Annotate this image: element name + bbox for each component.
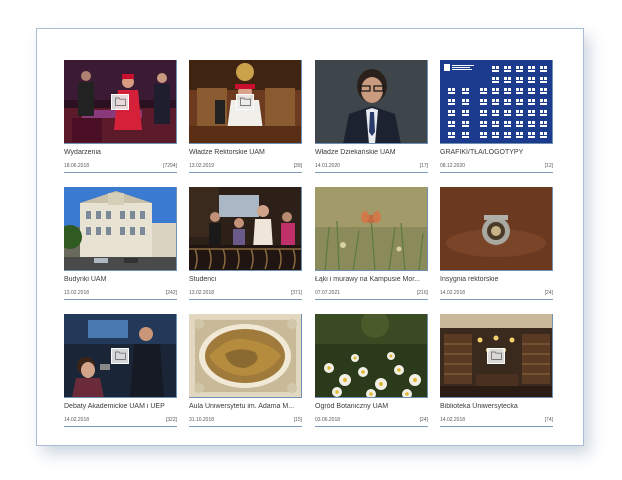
album-tile-12[interactable]: Biblioteka Uniwersytecka 14.02.2018 [74] (440, 314, 553, 428)
album-title[interactable]: Biblioteka Uniwersytecka (440, 403, 553, 410)
album-photo-count: [371] (290, 290, 302, 296)
album-thumbnail[interactable] (315, 187, 428, 271)
album-meta: 18.06.2018 [7294] (64, 162, 177, 172)
album-meta: 14.01.2020 [17] (315, 162, 428, 172)
album-meta: 13.02.2018 [242] (64, 289, 177, 299)
album-tile-5[interactable]: Budynki UAM 13.02.2018 [242] (64, 187, 177, 301)
album-meta: 13.02.2018 [371] (189, 289, 302, 299)
album-meta: 13.02.2019 [39] (189, 162, 302, 172)
album-tile-10[interactable]: Aula Uniwersytetu im. Adama M... 31.10.2… (189, 314, 302, 428)
album-title[interactable]: Władze Dziekańskie UAM (315, 149, 428, 156)
album-photo-count: [74] (544, 417, 553, 423)
album-thumbnail[interactable] (189, 187, 302, 271)
album-tile-11[interactable]: Ogród Botaniczny UAM 03.06.2018 [24] (315, 314, 428, 428)
album-photo-count: [24] (544, 290, 553, 296)
folder-icon (111, 347, 129, 364)
album-tile-6[interactable]: Studenci 13.02.2018 [371] (189, 187, 302, 301)
album-photo-count: [322] (165, 417, 177, 423)
album-thumbnail[interactable] (189, 60, 302, 144)
album-thumbnail[interactable] (440, 314, 553, 398)
album-date: 14.02.2018 (440, 290, 466, 296)
album-meta: 14.02.2018 [24] (440, 289, 553, 299)
album-thumbnail[interactable] (315, 60, 428, 144)
album-date: 13.02.2018 (189, 290, 215, 296)
album-date: 14.02.2018 (64, 417, 90, 423)
album-meta: 31.10.2018 [15] (189, 416, 302, 426)
album-date: 07.07.2021 (315, 290, 341, 296)
album-photo-count: [7294] (163, 163, 177, 169)
album-underline (315, 299, 428, 300)
album-tile-7[interactable]: Łąki i murawy na Kampusie Mor... 07.07.2… (315, 187, 428, 301)
album-underline (440, 172, 553, 173)
album-date: 08.12.2020 (440, 163, 466, 169)
album-underline (64, 172, 177, 173)
album-underline (189, 426, 302, 427)
album-underline (315, 172, 428, 173)
album-date: 13.02.2019 (189, 163, 215, 169)
album-tile-3[interactable]: Władze Dziekańskie UAM 14.01.2020 [17] (315, 60, 428, 174)
album-photo-count: [216] (416, 290, 428, 296)
folder-icon (487, 347, 505, 364)
album-tile-4[interactable]: GRAFIKI/TŁA/LOGOTYPY 08.12.2020 [12] (440, 60, 553, 174)
album-title[interactable]: GRAFIKI/TŁA/LOGOTYPY (440, 149, 553, 156)
album-date: 31.10.2018 (189, 417, 215, 423)
album-meta: 14.02.2018 [322] (64, 416, 177, 426)
album-photo-count: [39] (293, 163, 302, 169)
album-underline (189, 299, 302, 300)
album-grid: Wydarzenia 18.06.2018 [7294] Władze Rekt… (64, 60, 554, 430)
gallery-panel: Wydarzenia 18.06.2018 [7294] Władze Rekt… (36, 28, 584, 446)
album-thumbnail[interactable] (440, 187, 553, 271)
album-title[interactable]: Studenci (189, 276, 302, 283)
album-underline (64, 299, 177, 300)
album-thumbnail[interactable] (189, 314, 302, 398)
album-thumbnail[interactable] (64, 60, 177, 144)
album-thumbnail[interactable] (440, 60, 553, 144)
album-title[interactable]: Insygnia rektorskie (440, 276, 553, 283)
album-underline (64, 426, 177, 427)
album-underline (315, 426, 428, 427)
album-tile-1[interactable]: Wydarzenia 18.06.2018 [7294] (64, 60, 177, 174)
album-meta: 03.06.2018 [24] (315, 416, 428, 426)
album-title[interactable]: Debaty Akademickie UAM i UEP (64, 403, 177, 410)
album-thumbnail[interactable] (64, 187, 177, 271)
album-underline (440, 299, 553, 300)
folder-icon (111, 93, 129, 110)
album-date: 13.02.2018 (64, 290, 90, 296)
album-title[interactable]: Budynki UAM (64, 276, 177, 283)
album-meta: 14.02.2018 [74] (440, 416, 553, 426)
album-underline (440, 426, 553, 427)
album-date: 14.02.2018 (440, 417, 466, 423)
album-photo-count: [24] (419, 417, 428, 423)
album-title[interactable]: Władze Rektorskie UAM (189, 149, 302, 156)
folder-icon (236, 93, 254, 110)
album-title[interactable]: Ogród Botaniczny UAM (315, 403, 428, 410)
album-tile-8[interactable]: Insygnia rektorskie 14.02.2018 [24] (440, 187, 553, 301)
album-meta: 08.12.2020 [12] (440, 162, 553, 172)
album-photo-count: [12] (544, 163, 553, 169)
album-thumbnail[interactable] (315, 314, 428, 398)
album-photo-count: [242] (165, 290, 177, 296)
album-meta: 07.07.2021 [216] (315, 289, 428, 299)
album-date: 03.06.2018 (315, 417, 341, 423)
album-tile-2[interactable]: Władze Rektorskie UAM 13.02.2019 [39] (189, 60, 302, 174)
album-thumbnail[interactable] (64, 314, 177, 398)
album-date: 14.01.2020 (315, 163, 341, 169)
album-tile-9[interactable]: Debaty Akademickie UAM i UEP 14.02.2018 … (64, 314, 177, 428)
album-title[interactable]: Łąki i murawy na Kampusie Mor... (315, 276, 428, 283)
album-title[interactable]: Wydarzenia (64, 149, 177, 156)
album-title[interactable]: Aula Uniwersytetu im. Adama M... (189, 403, 302, 410)
album-date: 18.06.2018 (64, 163, 90, 169)
album-photo-count: [17] (419, 163, 428, 169)
album-underline (189, 172, 302, 173)
album-photo-count: [15] (293, 417, 302, 423)
